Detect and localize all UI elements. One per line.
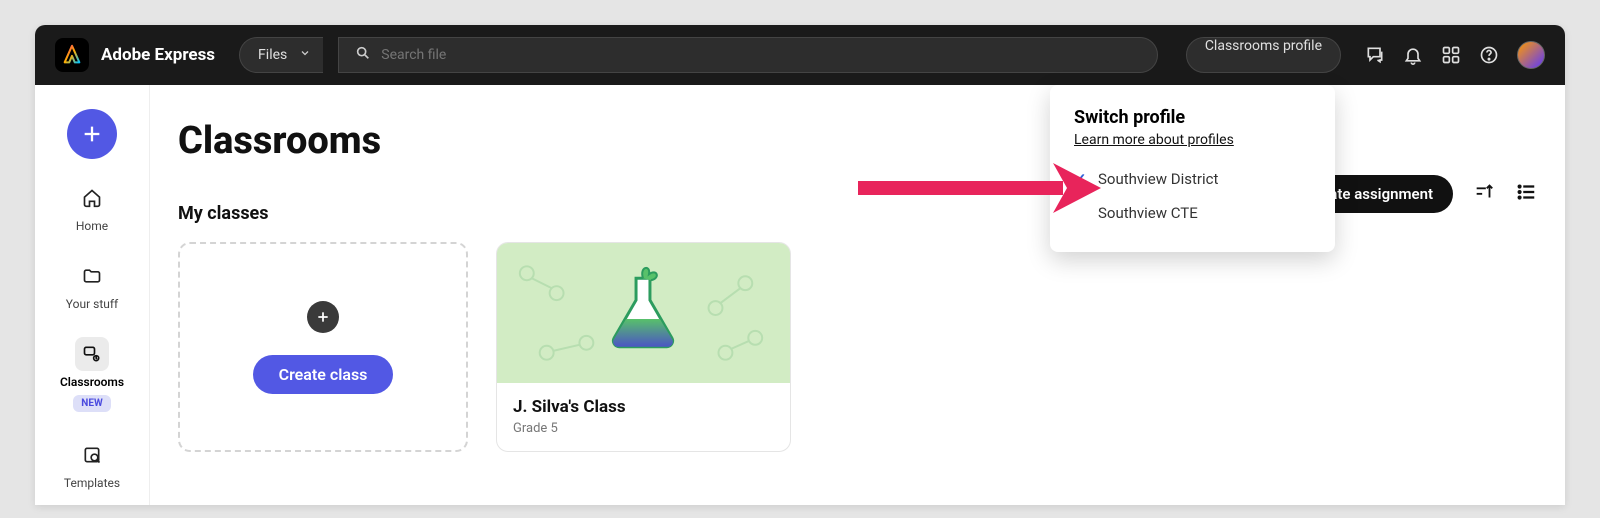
class-subtitle: Grade 5 — [513, 421, 774, 436]
sidebar-item-label: Templates — [64, 476, 120, 490]
main-content: Classrooms Create assignment My classes — [150, 85, 1565, 505]
folder-icon — [75, 259, 109, 293]
class-name: J. Silva's Class — [513, 397, 774, 417]
search-icon — [355, 45, 371, 65]
adobe-express-icon — [55, 38, 89, 72]
user-avatar[interactable] — [1517, 41, 1545, 69]
class-thumbnail — [497, 243, 790, 383]
sidebar-item-your-stuff[interactable]: Your stuff — [35, 255, 149, 315]
search-input[interactable] — [381, 47, 1141, 63]
popover-title: Switch profile — [1074, 107, 1311, 128]
profile-option-southview-cte[interactable]: Southview CTE — [1074, 196, 1311, 230]
sidebar-item-templates[interactable]: Templates — [35, 434, 149, 494]
create-class-button[interactable]: Create class — [253, 355, 394, 394]
home-icon — [75, 181, 109, 215]
check-icon: ✓ — [1074, 170, 1088, 188]
learn-more-link[interactable]: Learn more about profiles — [1074, 132, 1311, 148]
brand-logo[interactable]: Adobe Express — [55, 38, 215, 72]
chat-icon[interactable] — [1365, 45, 1385, 65]
sidebar-item-label: Your stuff — [66, 297, 118, 311]
create-class-card[interactable]: Create class — [178, 242, 468, 452]
classrooms-profile-button[interactable]: Classrooms profile — [1186, 37, 1341, 73]
plus-circle-icon — [307, 301, 339, 333]
create-new-button[interactable] — [67, 109, 117, 159]
profile-option-label: Southview District — [1098, 170, 1218, 188]
search-field[interactable] — [338, 37, 1158, 73]
class-card[interactable]: J. Silva's Class Grade 5 — [496, 242, 791, 452]
templates-icon — [75, 438, 109, 472]
switch-profile-popover: Switch profile Learn more about profiles… — [1050, 85, 1335, 252]
files-dropdown[interactable]: Files — [239, 37, 323, 73]
files-dropdown-label: Files — [258, 47, 287, 63]
new-badge: NEW — [73, 395, 110, 412]
profile-option-label: Southview CTE — [1098, 204, 1198, 222]
bell-icon[interactable] — [1403, 45, 1423, 65]
help-icon[interactable] — [1479, 45, 1499, 65]
sidebar-item-label: Classrooms — [60, 375, 124, 389]
sort-icon[interactable] — [1473, 181, 1495, 207]
chevron-down-icon — [299, 47, 311, 63]
apps-icon[interactable] — [1441, 45, 1461, 65]
top-bar: Adobe Express Files Classrooms profile — [35, 25, 1565, 85]
brand-name: Adobe Express — [101, 45, 215, 65]
sidebar-item-classrooms[interactable]: Classrooms NEW — [35, 333, 149, 416]
sidebar-item-home[interactable]: Home — [35, 177, 149, 237]
list-view-icon[interactable] — [1515, 181, 1537, 207]
profile-option-southview-district[interactable]: ✓ Southview District — [1074, 162, 1311, 196]
classrooms-icon — [75, 337, 109, 371]
sidebar-item-label: Home — [76, 219, 108, 233]
sidebar: Home Your stuff Classrooms NEW Templ — [35, 85, 150, 505]
